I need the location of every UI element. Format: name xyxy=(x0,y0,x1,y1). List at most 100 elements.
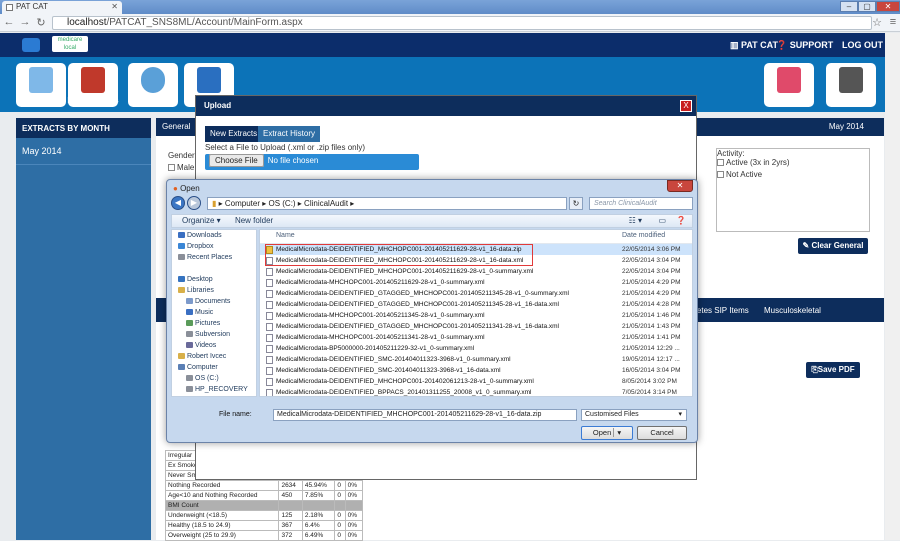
minimize-icon[interactable]: – xyxy=(840,1,858,12)
table-cell: 6.4% xyxy=(301,520,336,531)
file-date: 21/05/2014 12:29 ... xyxy=(622,345,680,352)
tab-general[interactable]: General xyxy=(162,122,190,131)
nav-item[interactable]: Desktop xyxy=(172,274,256,285)
file-row[interactable]: MedicalMicrodata-DEIDENTIFIED_GTAGGED_MH… xyxy=(260,299,692,310)
help-icon[interactable]: ❓ xyxy=(676,215,686,227)
new-folder-button[interactable]: New folder xyxy=(235,216,273,225)
nav-item[interactable]: Computer xyxy=(172,362,256,373)
window-close-icon[interactable]: ✕ xyxy=(876,1,900,12)
nav-item[interactable]: Recent Places xyxy=(172,252,256,263)
open-dialog-close-button[interactable]: ✕ xyxy=(667,180,693,192)
nav-item[interactable]: Subversion xyxy=(172,329,256,340)
address-bar[interactable]: localhost/PATCAT_SNS8ML/Account/MainForm… xyxy=(52,16,872,30)
highlight-box xyxy=(265,244,533,266)
address-breadcrumb[interactable]: ▮ ▸ Computer ▸ OS (C:) ▸ ClinicalAudit ▸ xyxy=(207,197,567,210)
male-checkbox[interactable]: Male xyxy=(168,163,194,172)
file-row[interactable]: MedicalMicrodata-DEIDENTIFIED_SMC-201404… xyxy=(260,365,692,376)
xml-file-icon xyxy=(266,389,273,396)
nav-item[interactable]: Videos xyxy=(172,340,256,351)
open-button[interactable]: Open ▾ xyxy=(581,426,633,440)
file-row[interactable]: MedicalMicrodata-DEIDENTIFIED_GTAGGED_MH… xyxy=(260,288,692,299)
col-name[interactable]: Name xyxy=(276,232,295,239)
not-active-checkbox[interactable]: Not Active xyxy=(717,170,869,179)
xml-file-icon xyxy=(266,279,273,287)
file-type-select[interactable]: Customised Files ▾ xyxy=(581,409,687,421)
table-cell: 0 xyxy=(334,520,346,531)
view-options-icon[interactable]: ☷ ▾ xyxy=(629,215,642,227)
forward-icon[interactable]: ▶ xyxy=(187,196,201,210)
tab-musculoskeletal[interactable]: Musculoskeletal xyxy=(764,306,821,315)
upload-close-button[interactable]: X xyxy=(680,100,692,112)
active-checkbox[interactable]: Active (3x in 2yrs) xyxy=(717,158,869,167)
table-cell: 0 xyxy=(334,510,346,521)
file-row[interactable]: MedicalMicrodata-MHCHOPC001-201405211345… xyxy=(260,310,692,321)
nav-item[interactable]: Music xyxy=(172,307,256,318)
table-cell xyxy=(344,500,364,511)
table-cell: Overweight (25 to 29.9) xyxy=(164,530,280,541)
close-tab-icon[interactable]: ✕ xyxy=(111,2,118,11)
file-date: 21/05/2014 4:28 PM xyxy=(622,301,681,308)
back-icon[interactable]: ← xyxy=(2,16,16,28)
xml-file-icon xyxy=(266,334,273,342)
nav-item[interactable]: Documents xyxy=(172,296,256,307)
nav-item[interactable]: DVD RW Drive ( xyxy=(172,395,256,396)
file-chooser[interactable]: Choose File No file chosen xyxy=(205,154,419,170)
file-row[interactable]: MedicalMicrodata-DEIDENTIFIED_MHCHOPC001… xyxy=(260,376,692,387)
nav-item[interactable]: Robert Ivcec xyxy=(172,351,256,362)
file-name: MedicalMicrodata-MHCHOPC001-201405211629… xyxy=(276,279,485,286)
save-pdf-button[interactable]: ⎘Save PDF xyxy=(806,362,860,378)
folder-icon xyxy=(186,320,193,327)
file-row[interactable]: MedicalMicrodata-MHCHOPC001-201405211629… xyxy=(260,277,692,288)
support-link[interactable]: ❓ SUPPORT xyxy=(776,40,833,51)
table-cell: Underweight (<18.5) xyxy=(164,510,280,521)
cancel-button[interactable]: Cancel xyxy=(637,426,687,440)
table-cell xyxy=(334,500,346,511)
file-row[interactable]: MedicalMicrodata-DEIDENTIFIED_BPPACS_201… xyxy=(260,387,692,396)
organize-menu[interactable]: Organize ▾ xyxy=(182,216,221,225)
file-row[interactable]: MedicalMicrodata-DEIDENTIFIED_SMC-201404… xyxy=(260,354,692,365)
refresh-icon[interactable]: ↻ xyxy=(569,197,583,210)
file-row[interactable]: MedicalMicrodata-DEIDENTIFIED_MHCHOPC001… xyxy=(260,266,692,277)
forward-icon[interactable]: → xyxy=(18,16,32,28)
choose-file-button[interactable]: Choose File xyxy=(209,154,264,167)
file-name-input[interactable]: MedicalMicrodata-DEIDENTIFIED_MHCHOPC001… xyxy=(273,409,577,421)
nav-item[interactable]: OS (C:) xyxy=(172,373,256,384)
maximize-icon[interactable]: ▢ xyxy=(858,1,876,12)
gender-label: Gender xyxy=(168,151,195,160)
nav-item[interactable]: Libraries xyxy=(172,285,256,296)
tab-extract-history[interactable]: Extract History xyxy=(258,126,321,142)
pat-cat-link[interactable]: ▥ PAT CAT xyxy=(730,40,778,51)
nav-item[interactable]: Dropbox xyxy=(172,241,256,252)
back-icon[interactable]: ◀ xyxy=(171,196,185,210)
file-row[interactable]: MedicalMicrodata-DEIDENTIFIED_GTAGGED_MH… xyxy=(260,321,692,332)
bookmark-star-icon[interactable]: ☆ xyxy=(870,16,884,29)
table-row: Healthy (18.5 to 24.9) 367 6.4% 0 0% xyxy=(164,520,364,531)
reload-icon[interactable]: ↻ xyxy=(34,16,48,29)
clear-general-button[interactable]: ✎ Clear General xyxy=(798,238,868,254)
preview-pane-icon[interactable]: ▭ xyxy=(658,215,666,227)
tab-new-extracts[interactable]: New Extracts xyxy=(205,126,263,142)
file-row[interactable]: MedicalMicrodata-MHCHOPC001-201405211341… xyxy=(260,332,692,343)
file-row[interactable]: MedicalMicrodata-BP5000000-201405211229-… xyxy=(260,343,692,354)
hide-extracts-label: Hide Extracts xyxy=(67,96,119,105)
file-name: MedicalMicrodata-DEIDENTIFIED_SMC-201404… xyxy=(276,356,511,363)
search-input[interactable]: Search ClinicalAudit xyxy=(589,197,693,210)
browser-tab[interactable]: PAT CAT ✕ xyxy=(2,1,122,14)
nav-item[interactable]: Downloads xyxy=(172,230,256,241)
page-scrollbar[interactable] xyxy=(885,33,900,540)
logout-link[interactable]: LOG OUT xyxy=(842,40,883,50)
extract-month-item[interactable]: May 2014 xyxy=(16,138,151,165)
nav-item[interactable]: HP_RECOVERY xyxy=(172,384,256,395)
page-icon xyxy=(6,4,13,11)
file-name: MedicalMicrodata-DEIDENTIFIED_SMC-201404… xyxy=(276,367,501,374)
folder-icon xyxy=(178,287,185,294)
col-date[interactable]: Date modified xyxy=(622,232,665,239)
nav-item[interactable]: Pictures xyxy=(172,318,256,329)
menu-icon[interactable]: ≡ xyxy=(886,16,900,28)
navigation-pane: Downloads Dropbox Recent Places Desktop Libr… xyxy=(171,229,257,397)
file-date: 21/05/2014 1:46 PM xyxy=(622,312,681,319)
folder-icon xyxy=(178,232,185,239)
australia-logo-icon xyxy=(22,38,40,52)
table-cell: 0% xyxy=(344,480,364,491)
xml-file-icon xyxy=(266,301,273,309)
